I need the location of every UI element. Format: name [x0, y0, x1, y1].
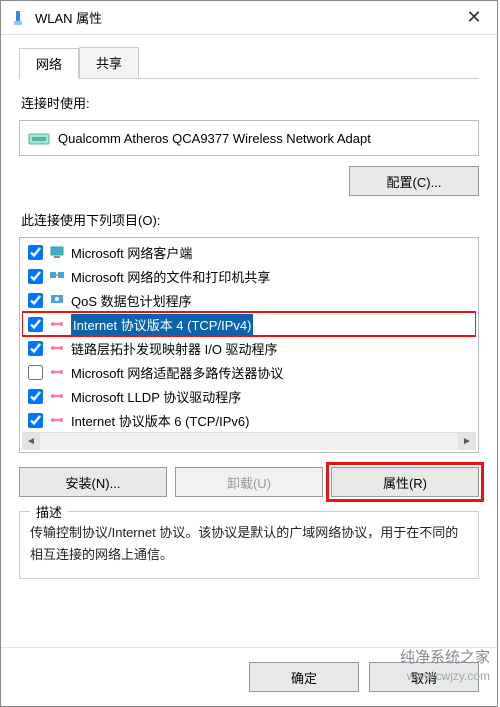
item-checkbox[interactable]: [28, 389, 43, 404]
description-text: 传输控制协议/Internet 协议。该协议是默认的广域网络协议，用于在不同的相…: [30, 522, 468, 566]
item-checkbox[interactable]: [28, 317, 43, 332]
proto-icon: [49, 340, 65, 356]
close-button[interactable]: ✕: [451, 1, 497, 35]
item-checkbox[interactable]: [28, 293, 43, 308]
proto-icon: [49, 388, 65, 404]
adapter-name: Qualcomm Atheros QCA9377 Wireless Networ…: [58, 131, 371, 146]
item-label: 链路层拓扑发现映射器 I/O 驱动程序: [71, 339, 278, 358]
tab-sharing[interactable]: 共享: [79, 47, 139, 78]
proto-icon: [49, 412, 65, 428]
item-checkbox[interactable]: [28, 245, 43, 260]
dialog-footer: 确定 取消: [1, 647, 497, 706]
configure-button[interactable]: 配置(C)...: [349, 166, 479, 196]
list-item[interactable]: Microsoft 网络的文件和打印机共享: [22, 264, 476, 288]
item-label: QoS 数据包计划程序: [71, 291, 192, 310]
tab-strip: 网络 共享: [19, 47, 479, 79]
uses-items-label: 此连接使用下列项目(O):: [21, 210, 479, 229]
connect-using-label: 连接时使用:: [21, 93, 479, 112]
item-label: Internet 协议版本 4 (TCP/IPv4): [71, 314, 253, 335]
components-list-viewport[interactable]: Microsoft 网络客户端 Microsoft 网络的文件和打印机共享 QoS …: [22, 240, 476, 432]
proto-icon: [49, 364, 65, 380]
window-title: WLAN 属性: [35, 8, 451, 27]
item-label: Microsoft 网络的文件和打印机共享: [71, 267, 270, 286]
item-checkbox[interactable]: [28, 365, 43, 380]
description-group: 描述 传输控制协议/Internet 协议。该协议是默认的广域网络协议，用于在不…: [19, 511, 479, 579]
share-icon: [49, 268, 65, 284]
description-legend: 描述: [30, 502, 68, 521]
list-item[interactable]: Microsoft LLDP 协议驱动程序: [22, 384, 476, 408]
client-icon: [49, 244, 65, 260]
adapter-icon: [28, 128, 50, 148]
item-checkbox[interactable]: [28, 341, 43, 356]
titlebar: WLAN 属性 ✕: [1, 1, 497, 35]
cancel-button[interactable]: 取消: [369, 662, 479, 692]
item-label: Microsoft 网络客户端: [71, 243, 192, 262]
wlan-properties-window: WLAN 属性 ✕ 网络 共享 连接时使用: Qualcomm Atheros …: [0, 0, 498, 707]
properties-button[interactable]: 属性(R): [331, 467, 479, 497]
horizontal-scrollbar[interactable]: ◄ ►: [22, 432, 476, 450]
item-checkbox[interactable]: [28, 413, 43, 428]
components-list: Microsoft 网络客户端 Microsoft 网络的文件和打印机共享 QoS …: [19, 237, 479, 453]
install-button[interactable]: 安装(N)...: [19, 467, 167, 497]
uninstall-button: 卸载(U): [175, 467, 323, 497]
scroll-right-arrow[interactable]: ►: [458, 433, 476, 450]
item-label: Microsoft 网络适配器多路传送器协议: [71, 363, 283, 382]
tab-network[interactable]: 网络: [19, 48, 79, 79]
list-item[interactable]: QoS 数据包计划程序: [22, 288, 476, 312]
list-item[interactable]: 链路层拓扑发现映射器 I/O 驱动程序: [22, 336, 476, 360]
adapter-box: Qualcomm Atheros QCA9377 Wireless Networ…: [19, 120, 479, 156]
close-icon: ✕: [466, 7, 481, 28]
configure-row: 配置(C)...: [19, 166, 479, 196]
list-item[interactable]: Internet 协议版本 4 (TCP/IPv4): [22, 312, 476, 336]
app-icon: [9, 9, 27, 27]
proto-icon: [49, 316, 65, 332]
qos-icon: [49, 292, 65, 308]
ok-button[interactable]: 确定: [249, 662, 359, 692]
item-checkbox[interactable]: [28, 269, 43, 284]
list-item[interactable]: Microsoft 网络适配器多路传送器协议: [22, 360, 476, 384]
list-item[interactable]: Microsoft 网络客户端: [22, 240, 476, 264]
dialog-body: 网络 共享 连接时使用: Qualcomm Atheros QCA9377 Wi…: [1, 35, 497, 587]
item-label: Internet 协议版本 6 (TCP/IPv6): [71, 411, 249, 430]
scroll-left-arrow[interactable]: ◄: [22, 433, 40, 450]
component-buttons: 安装(N)... 卸载(U) 属性(R): [19, 467, 479, 497]
list-item[interactable]: Internet 协议版本 6 (TCP/IPv6): [22, 408, 476, 432]
item-label: Microsoft LLDP 协议驱动程序: [71, 387, 241, 406]
